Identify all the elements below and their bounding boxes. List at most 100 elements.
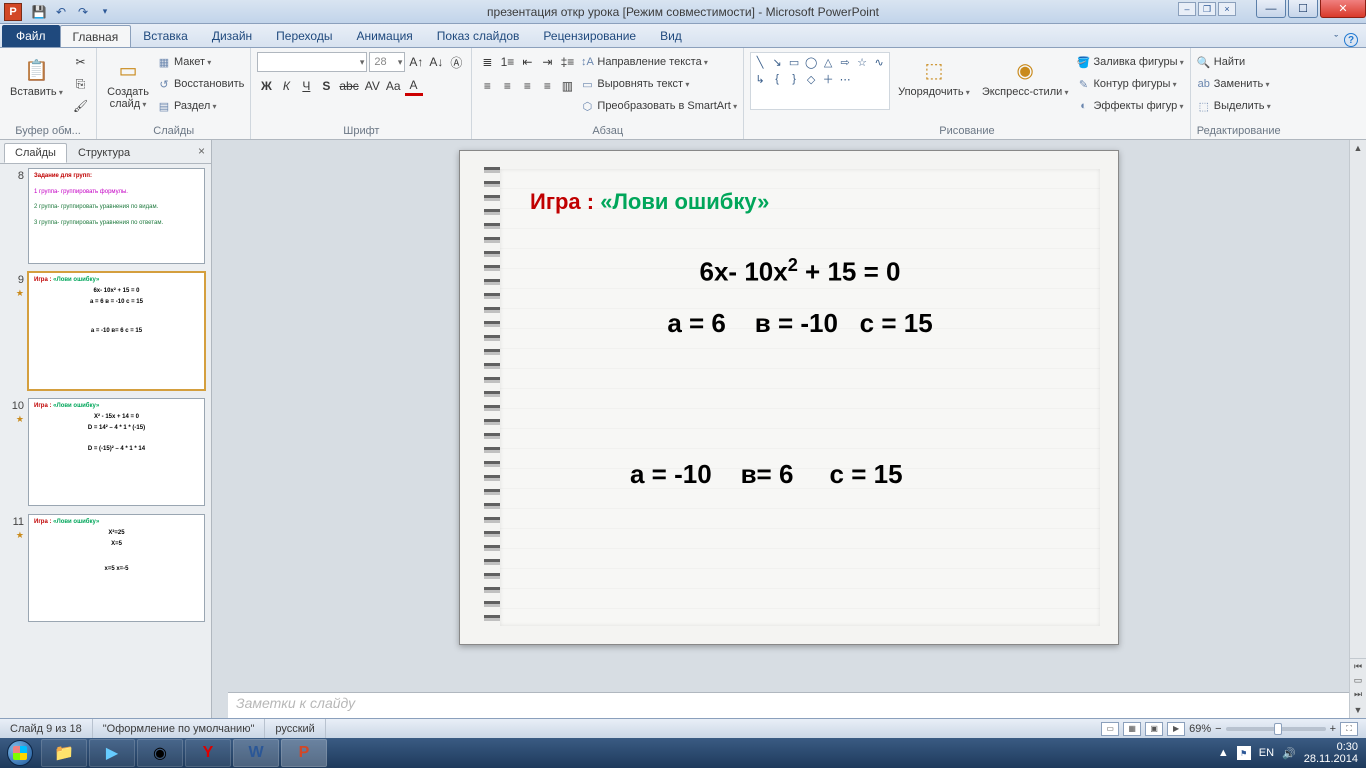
thumb-11[interactable]: 11★ Игра : «Лови ошибку» X²=25 X=5 x=5 x…: [6, 514, 205, 622]
minimize-ribbon-icon[interactable]: ˇ: [1334, 34, 1338, 46]
reset-button[interactable]: ↺Восстановить: [157, 74, 244, 94]
shape-plus-icon[interactable]: ＋: [821, 72, 835, 86]
shadow-icon[interactable]: S: [317, 76, 335, 96]
next-slide-icon[interactable]: ⏭: [1350, 687, 1366, 701]
font-color-icon[interactable]: A: [405, 76, 423, 96]
shrink-font-icon[interactable]: A↓: [427, 52, 445, 72]
tray-clock[interactable]: 0:30 28.11.2014: [1304, 741, 1358, 765]
quick-styles-button[interactable]: ◉ Экспресс-стили: [978, 52, 1073, 100]
align-right-icon[interactable]: ≡: [518, 76, 536, 96]
thumb-9[interactable]: 9★ Игра : «Лови ошибку» 6x- 10x² + 15 = …: [6, 272, 205, 390]
slide-canvas[interactable]: Игра : «Лови ошибку» 6x- 10x2 + 15 = 0 a…: [212, 140, 1366, 686]
italic-icon[interactable]: К: [277, 76, 295, 96]
select-button[interactable]: ⬚Выделить: [1197, 96, 1271, 116]
shape-ellipse-icon[interactable]: ◯: [804, 55, 818, 69]
case-icon[interactable]: Aa: [384, 76, 403, 96]
maximize-button[interactable]: ☐: [1288, 0, 1318, 18]
thumb-10[interactable]: 10★ Игра : «Лови ошибку» X² - 15x + 14 =…: [6, 398, 205, 506]
underline-icon[interactable]: Ч: [297, 76, 315, 96]
font-family-combo[interactable]: [257, 52, 367, 72]
align-center-icon[interactable]: ≡: [498, 76, 516, 96]
minimize-button[interactable]: —: [1256, 0, 1286, 18]
taskbar-powerpoint[interactable]: P: [281, 739, 327, 767]
tab-design[interactable]: Дизайн: [200, 25, 264, 47]
cut-icon[interactable]: ✂: [71, 52, 90, 72]
tab-file[interactable]: Файл: [2, 25, 60, 47]
justify-icon[interactable]: ≡: [538, 76, 556, 96]
shapes-gallery[interactable]: ╲↘▭◯△⇨☆ ∿ ↳{}◇＋⋯: [750, 52, 890, 110]
replace-button[interactable]: abЗаменить: [1197, 74, 1271, 94]
strike-icon[interactable]: abc: [337, 76, 360, 96]
tray-volume-icon[interactable]: 🔊: [1282, 747, 1296, 760]
grow-font-icon[interactable]: A↑: [407, 52, 425, 72]
line-spacing-icon[interactable]: ‡≡: [558, 52, 576, 72]
zoom-out-icon[interactable]: −: [1215, 723, 1221, 735]
paste-button[interactable]: 📋 Вставить: [6, 52, 67, 100]
taskbar-yandex[interactable]: Y: [185, 739, 231, 767]
tab-transitions[interactable]: Переходы: [264, 25, 344, 47]
view-normal-icon[interactable]: ▭: [1101, 722, 1119, 736]
pane-close-icon[interactable]: ×: [198, 144, 205, 158]
bullets-icon[interactable]: ≣: [478, 52, 496, 72]
mdi-restore-icon[interactable]: ❐: [1198, 2, 1216, 16]
slide[interactable]: Игра : «Лови ошибку» 6x- 10x2 + 15 = 0 a…: [459, 150, 1119, 645]
shape-line-icon[interactable]: ╲: [753, 55, 767, 69]
shape-arrow-icon[interactable]: ↘: [770, 55, 784, 69]
columns-icon[interactable]: ▥: [558, 76, 576, 96]
shape-outline-button[interactable]: ✎Контур фигуры: [1077, 74, 1184, 94]
text-direction-button[interactable]: ↕AНаправление текста: [580, 52, 737, 72]
shape-callout-icon[interactable]: ◇: [804, 72, 818, 86]
shape-triangle-icon[interactable]: △: [821, 55, 835, 69]
view-reading-icon[interactable]: ▣: [1145, 722, 1163, 736]
qat-more-icon[interactable]: ▾: [96, 3, 114, 21]
shape-brace2-icon[interactable]: }: [787, 72, 801, 86]
mdi-minimize-icon[interactable]: –: [1178, 2, 1196, 16]
shape-arrow2-icon[interactable]: ⇨: [838, 55, 852, 69]
thumb-11-preview[interactable]: Игра : «Лови ошибку» X²=25 X=5 x=5 x=-5: [28, 514, 205, 622]
pane-tab-slides[interactable]: Слайды: [4, 143, 67, 163]
thumb-9-preview[interactable]: Игра : «Лови ошибку» 6x- 10x² + 15 = 0 a…: [28, 272, 205, 390]
scroll-down-icon[interactable]: ▼: [1350, 702, 1366, 718]
notes-pane[interactable]: Заметки к слайду: [228, 692, 1350, 718]
arrange-button[interactable]: ⬚ Упорядочить: [894, 52, 974, 100]
dec-indent-icon[interactable]: ⇤: [518, 52, 536, 72]
prev-slide-icon[interactable]: ⏮: [1350, 659, 1366, 673]
taskbar-explorer[interactable]: 📁: [41, 739, 87, 767]
mdi-close-icon[interactable]: ×: [1218, 2, 1236, 16]
numbering-icon[interactable]: 1≡: [498, 52, 516, 72]
shape-rect-icon[interactable]: ▭: [787, 55, 801, 69]
tray-more-icon[interactable]: ▲: [1218, 747, 1229, 759]
view-sorter-icon[interactable]: ▦: [1123, 722, 1141, 736]
spacing-icon[interactable]: AV: [363, 76, 382, 96]
smartart-button[interactable]: ⬡Преобразовать в SmartArt: [580, 96, 737, 116]
slide-menu-icon[interactable]: ▭: [1350, 673, 1366, 687]
tab-review[interactable]: Рецензирование: [531, 25, 648, 47]
view-slideshow-icon[interactable]: ▶: [1167, 722, 1185, 736]
start-button[interactable]: [0, 738, 40, 768]
scroll-up-icon[interactable]: ▲: [1350, 140, 1366, 156]
find-button[interactable]: 🔍Найти: [1197, 52, 1271, 72]
zoom-thumb[interactable]: [1274, 723, 1282, 735]
new-slide-button[interactable]: ▭ Создать слайд: [103, 52, 153, 112]
shape-star-icon[interactable]: ☆: [855, 55, 869, 69]
close-button[interactable]: ✕: [1320, 0, 1366, 18]
inc-indent-icon[interactable]: ⇥: [538, 52, 556, 72]
thumb-8[interactable]: 8 Задание для групп: 1 группа- группиров…: [6, 168, 205, 264]
pane-tab-outline[interactable]: Структура: [67, 143, 141, 163]
tab-insert[interactable]: Вставка: [131, 25, 200, 47]
shape-curve-icon[interactable]: ∿: [872, 55, 886, 69]
shape-more-icon[interactable]: ⋯: [838, 72, 852, 86]
shape-connector-icon[interactable]: ↳: [753, 72, 767, 86]
section-button[interactable]: ▤Раздел: [157, 96, 244, 116]
thumb-10-preview[interactable]: Игра : «Лови ошибку» X² - 15x + 14 = 0 D…: [28, 398, 205, 506]
zoom-slider[interactable]: [1226, 727, 1326, 731]
tray-language[interactable]: EN: [1259, 747, 1274, 759]
format-painter-icon[interactable]: 🖌: [71, 96, 90, 116]
shape-brace-icon[interactable]: {: [770, 72, 784, 86]
clear-format-icon[interactable]: Ⓐ: [447, 52, 465, 72]
taskbar-word[interactable]: W: [233, 739, 279, 767]
copy-icon[interactable]: ⎘: [71, 74, 90, 94]
tab-view[interactable]: Вид: [648, 25, 694, 47]
fit-to-window-icon[interactable]: ⛶: [1340, 722, 1358, 736]
taskbar-player[interactable]: ▶: [89, 739, 135, 767]
